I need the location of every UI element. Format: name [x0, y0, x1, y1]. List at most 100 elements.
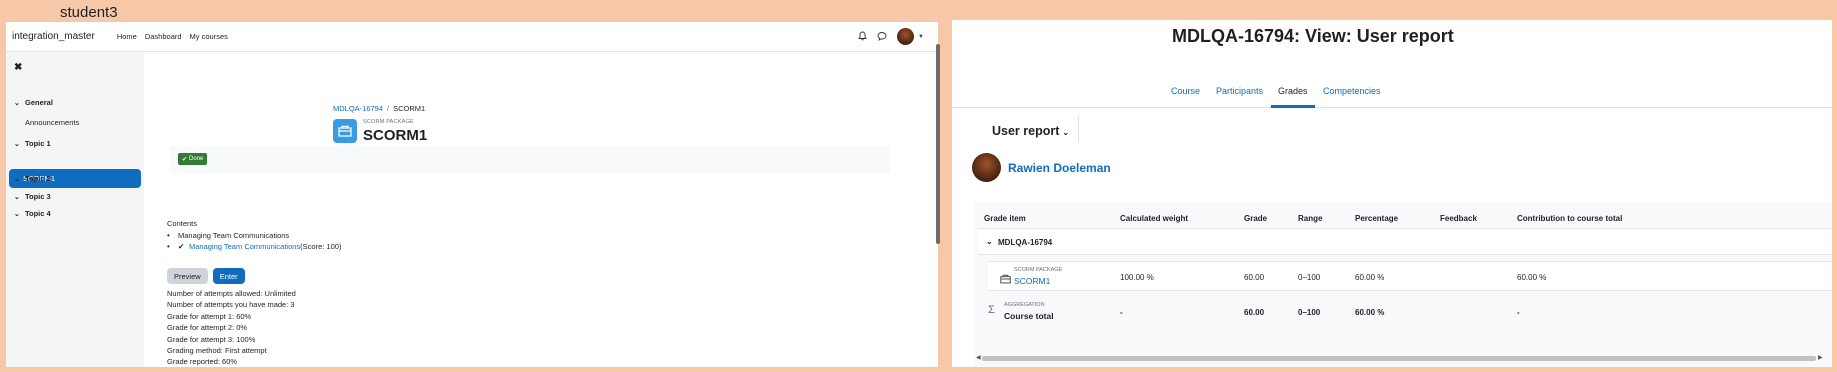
- breadcrumb-course[interactable]: MDLQA-16794: [333, 104, 383, 113]
- user-nav: ▼: [857, 28, 924, 45]
- attempts-allowed: Number of attempts allowed: Unlimited: [167, 289, 296, 298]
- section-topic-2[interactable]: ⌄ Topic 2: [14, 174, 51, 183]
- primary-nav: Home Dashboard My courses: [117, 32, 228, 41]
- nav-dashboard[interactable]: Dashboard: [145, 32, 182, 41]
- scorm-package-icon: [1000, 271, 1011, 289]
- list-item: • ✔ Managing Team Communications (Score:…: [167, 241, 341, 252]
- activity-completion: ✔ Done: [170, 146, 890, 173]
- activity-type: SCORM PACKAGE: [363, 119, 414, 125]
- column-header: Range: [1298, 214, 1323, 223]
- scorm-window: integration_master Home Dashboard My cou…: [6, 22, 938, 367]
- scorm-actions: Preview Enter: [167, 268, 245, 284]
- breadcrumb-current: SCORM1: [393, 104, 426, 113]
- chevron-down-icon[interactable]: ⌄: [14, 140, 25, 148]
- table-row: SCORM PACKAGE SCORM1 100.00 % 60.00 0–10…: [988, 261, 1832, 291]
- tab-competencies[interactable]: Competencies: [1323, 86, 1381, 96]
- report-selector-label: User report: [992, 124, 1060, 138]
- section-topic-1[interactable]: ⌄ Topic 1: [14, 139, 51, 148]
- attempt-2-grade: Grade for attempt 2: 0%: [167, 323, 248, 333]
- course-index-drawer: ✖ ⌄ General Announcements ⌄ Topic 1 SCOR…: [6, 52, 144, 367]
- contribution-cell: 60.00 %: [1517, 273, 1547, 282]
- sigma-icon: Σ: [988, 304, 995, 316]
- section-label: Topic 2: [25, 174, 51, 183]
- breadcrumb: MDLQA-16794 / SCORM1: [333, 104, 425, 113]
- course-total-row: Σ AGGREGATION Course total - 60.00 0–100…: [978, 297, 1832, 327]
- site-brand[interactable]: integration_master: [12, 31, 95, 42]
- chevron-down-icon[interactable]: ▼: [918, 34, 924, 40]
- tab-participants[interactable]: Participants: [1216, 86, 1263, 96]
- drawer-item-announcements[interactable]: Announcements: [25, 118, 79, 127]
- range-cell: 0–100: [1298, 273, 1321, 282]
- window-caption: student3: [60, 4, 118, 21]
- check-icon: ✔: [178, 242, 185, 251]
- section-topic-3[interactable]: ⌄ Topic 3: [14, 192, 51, 201]
- bell-icon[interactable]: [857, 31, 868, 43]
- percentage-cell: 60.00 %: [1355, 273, 1385, 282]
- section-label: Topic 4: [25, 209, 51, 218]
- nav-my-courses[interactable]: My courses: [190, 32, 228, 41]
- list-item: • Managing Team Communications: [167, 230, 341, 241]
- section-general[interactable]: ⌄ General: [14, 98, 53, 107]
- category-row: ⌄ MDLQA-16794: [978, 228, 1832, 255]
- tab-grades[interactable]: Grades: [1278, 86, 1308, 96]
- breadcrumb-separator: /: [387, 104, 390, 113]
- contents-heading: Contents: [167, 219, 198, 228]
- section-label: Topic 3: [25, 192, 51, 201]
- user-heading: Rawien Doeleman: [972, 153, 1111, 182]
- section-label: Topic 1: [25, 139, 51, 148]
- toc-item-link[interactable]: Managing Team Communications: [189, 242, 300, 251]
- chevron-down-icon[interactable]: ⌄: [986, 237, 993, 246]
- tertiary-nav: User report ⌄: [972, 108, 1832, 156]
- attempt-summary: Number of attempts allowed: Unlimited Nu…: [167, 288, 296, 367]
- chevron-down-icon: ⌄: [1062, 128, 1070, 137]
- section-label: General: [25, 98, 53, 107]
- attempt-1-grade: Grade for attempt 1: 60%: [167, 311, 252, 321]
- grade-reported: Grade reported: 60%: [167, 357, 238, 367]
- grade-item-link[interactable]: SCORM1: [1014, 276, 1050, 286]
- column-header: Calculated weight: [1120, 214, 1189, 223]
- chevron-down-icon[interactable]: ⌄: [14, 99, 25, 107]
- scroll-left-arrow-icon[interactable]: ◀: [976, 354, 981, 361]
- chevron-down-icon[interactable]: ⌄: [14, 210, 25, 218]
- secondary-nav: Course Participants Grades Competencies: [952, 58, 1832, 108]
- horizontal-scrollbar[interactable]: [982, 356, 1816, 361]
- page-header: MDLQA-16794: View: User report: [1172, 26, 1454, 46]
- weight-cell: 100.00 %: [1120, 273, 1154, 282]
- bullet-icon: •: [167, 231, 170, 240]
- toc-item-score: (Score: 100): [300, 242, 342, 251]
- enter-button[interactable]: Enter: [212, 268, 245, 284]
- top-navbar: integration_master Home Dashboard My cou…: [6, 22, 938, 52]
- toc-item-title: Managing Team Communications: [178, 231, 290, 240]
- attempts-made: Number of attempts you have made: 3: [167, 300, 295, 310]
- column-header: Contribution to course total: [1517, 214, 1623, 223]
- aggregation-type: AGGREGATION: [1004, 302, 1045, 308]
- user-name-link[interactable]: Rawien Doeleman: [1008, 161, 1111, 175]
- scorm-package-icon: [333, 119, 357, 143]
- column-header: Grade item: [984, 214, 1026, 223]
- chevron-down-icon[interactable]: ⌄: [14, 175, 25, 183]
- vertical-scrollbar[interactable]: [936, 44, 940, 244]
- grade-cell: 60.00: [1244, 308, 1265, 317]
- main-content: MDLQA-16794 / SCORM1 SCORM PACKAGE SCORM…: [144, 52, 938, 367]
- section-topic-4[interactable]: ⌄ Topic 4: [14, 209, 51, 218]
- chevron-down-icon[interactable]: ⌄: [14, 193, 25, 201]
- close-icon[interactable]: ✖: [14, 62, 22, 73]
- column-header: Percentage: [1355, 214, 1399, 223]
- check-icon: ✔: [182, 156, 188, 163]
- report-selector[interactable]: User report ⌄: [992, 124, 1069, 138]
- range-cell: 0–100: [1298, 308, 1321, 317]
- weight-cell: -: [1120, 308, 1123, 317]
- divider: [1078, 116, 1079, 142]
- avatar[interactable]: [897, 28, 915, 45]
- user-grade-table: Grade item Calculated weight Grade Range…: [974, 202, 1832, 367]
- tab-course[interactable]: Course: [1171, 86, 1200, 96]
- avatar[interactable]: [972, 153, 1001, 182]
- nav-home[interactable]: Home: [117, 32, 137, 41]
- preview-button[interactable]: Preview: [167, 268, 208, 284]
- scroll-right-arrow-icon[interactable]: ▶: [1818, 354, 1823, 361]
- contribution-cell: -: [1517, 308, 1520, 317]
- grades-window: MDLQA-16794: View: User report Course Pa…: [952, 20, 1832, 367]
- category-name: MDLQA-16794: [998, 238, 1053, 247]
- item-type: SCORM PACKAGE: [1014, 267, 1063, 273]
- chat-icon[interactable]: [877, 31, 887, 43]
